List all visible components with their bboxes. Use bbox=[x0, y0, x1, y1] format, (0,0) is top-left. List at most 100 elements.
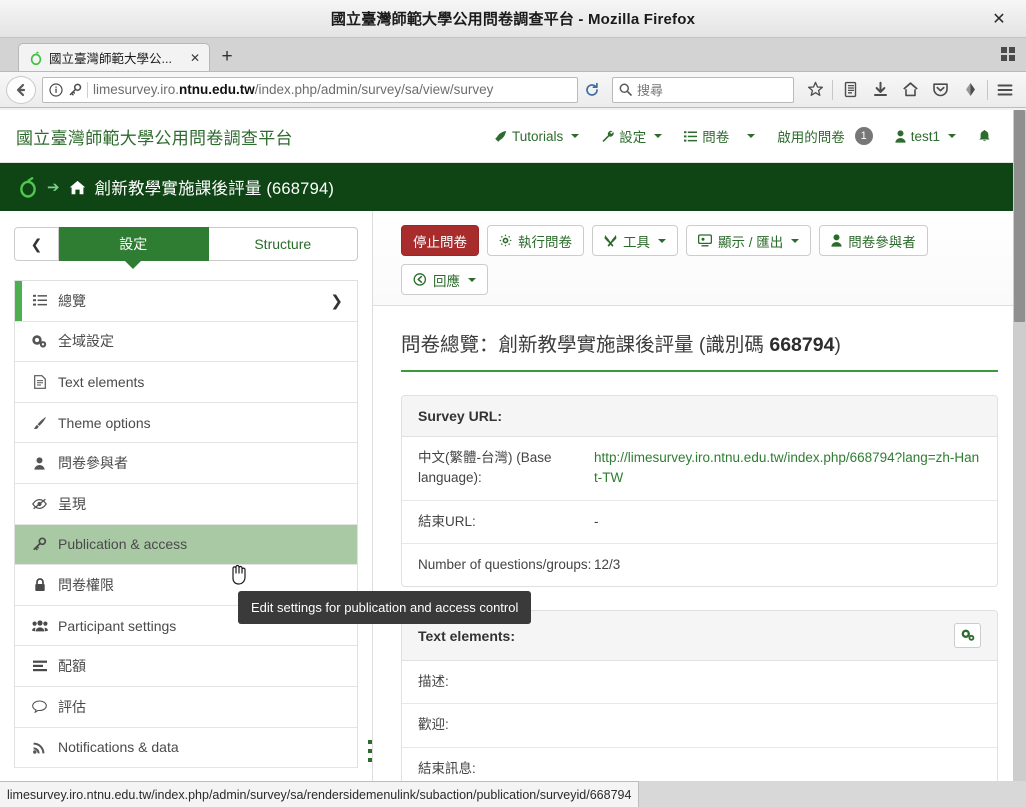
site-identity[interactable] bbox=[47, 82, 82, 97]
new-tab-button[interactable]: + bbox=[212, 43, 242, 71]
toolbar-button-label: 執行問卷 bbox=[518, 234, 572, 250]
user-icon bbox=[895, 129, 906, 143]
sidebar-item-assessments[interactable]: 評估 bbox=[15, 686, 357, 728]
row-key: 結束URL: bbox=[418, 513, 476, 529]
reload-icon[interactable] bbox=[580, 78, 604, 102]
sidebar-item-global-settings[interactable]: 全域設定 bbox=[15, 321, 357, 363]
menu-item-user[interactable]: test1 bbox=[884, 123, 967, 150]
sidebar-resize-grip[interactable] bbox=[366, 740, 373, 762]
key-icon bbox=[31, 537, 48, 551]
tools-icon bbox=[604, 234, 617, 247]
responses-button[interactable]: 回應 bbox=[401, 264, 488, 295]
table-row: 歡迎: bbox=[402, 704, 997, 748]
url-text: limesurvey.iro.ntnu.edu.tw/index.php/adm… bbox=[93, 82, 494, 97]
app-menu: Tutorials 設定 問卷 啟用的問卷 1 test1 bbox=[483, 120, 1010, 152]
browser-navbar: limesurvey.iro.ntnu.edu.tw/index.php/adm… bbox=[0, 72, 1026, 108]
row-value bbox=[594, 715, 981, 735]
toolbar-button-label: 回應 bbox=[433, 273, 460, 289]
comment-icon bbox=[31, 700, 48, 714]
tab-active-pointer bbox=[124, 260, 143, 269]
chevron-down-icon bbox=[571, 134, 580, 138]
sidebar-item-label: Notifications & data bbox=[58, 739, 179, 756]
tab-close-icon[interactable]: ✕ bbox=[187, 51, 203, 65]
page-scrollbar[interactable] bbox=[1013, 110, 1026, 781]
key-icon[interactable] bbox=[68, 83, 82, 97]
menu-item-surveys[interactable]: 問卷 bbox=[673, 120, 766, 152]
display-icon bbox=[698, 234, 712, 247]
star-icon[interactable] bbox=[800, 76, 830, 104]
url-bar[interactable]: limesurvey.iro.ntnu.edu.tw/index.php/adm… bbox=[42, 76, 578, 103]
menu-icon[interactable] bbox=[990, 76, 1020, 104]
survey-url-link[interactable]: http://limesurvey.iro.ntnu.edu.tw/index.… bbox=[594, 450, 979, 485]
sidebar-menu-list: 總覽 ❯ 全域設定 Text elements Theme options 問卷… bbox=[14, 280, 358, 769]
library-icon[interactable] bbox=[835, 76, 865, 104]
menu-item-settings[interactable]: 設定 bbox=[590, 120, 673, 152]
app-brand[interactable]: 國立臺灣師範大學公用問卷調查平台 bbox=[16, 124, 293, 149]
sidebar-item-notifications-data[interactable]: Notifications & data bbox=[15, 727, 357, 769]
gears-icon bbox=[31, 335, 48, 348]
tools-button[interactable]: 工具 bbox=[592, 225, 678, 256]
gears-icon[interactable] bbox=[954, 623, 981, 648]
download-icon[interactable] bbox=[865, 76, 895, 104]
search-bar[interactable]: 搜尋 bbox=[612, 76, 794, 103]
browser-tabstrip: 國立臺灣師範大學公... ✕ + bbox=[0, 38, 1026, 72]
toolbar-divider bbox=[832, 79, 833, 100]
app-navbar: 國立臺灣師範大學公用問卷調查平台 Tutorials 設定 問卷 啟用的問卷 1… bbox=[0, 110, 1026, 163]
sidebar-item-label: 呈現 bbox=[58, 495, 86, 512]
sidebar-item-publication-access[interactable]: Publication & access bbox=[15, 524, 357, 566]
home-icon[interactable] bbox=[69, 180, 86, 195]
chevron-down-icon bbox=[654, 134, 663, 138]
search-input[interactable]: 搜尋 bbox=[637, 80, 663, 99]
table-row: 描述: bbox=[402, 661, 997, 705]
sidebar-tab-settings[interactable]: 設定 bbox=[59, 227, 209, 269]
scrollbar-thumb[interactable] bbox=[1014, 110, 1025, 322]
limesurvey-favicon bbox=[28, 50, 43, 65]
sidebar-collapse-button[interactable]: ❮ bbox=[14, 227, 59, 261]
sidebar-item-text-elements[interactable]: Text elements bbox=[15, 362, 357, 403]
chevron-down-icon bbox=[747, 134, 756, 138]
window-close-icon[interactable]: ✕ bbox=[978, 0, 1020, 38]
chevron-right-icon: ❯ bbox=[330, 292, 343, 310]
menu-item-active-surveys[interactable]: 啟用的問卷 1 bbox=[766, 120, 884, 152]
lock-icon bbox=[31, 578, 48, 592]
page-viewport: 國立臺灣師範大學公用問卷調查平台 Tutorials 設定 問卷 啟用的問卷 1… bbox=[0, 110, 1026, 781]
sync-icon[interactable] bbox=[955, 76, 985, 104]
menu-item-notifications[interactable] bbox=[967, 123, 1002, 149]
execute-survey-button[interactable]: 執行問卷 bbox=[487, 225, 584, 256]
row-value: http://limesurvey.iro.ntnu.edu.tw/index.… bbox=[594, 448, 981, 489]
main-content: 停止問卷 執行問卷 工具 顯示 / 匯出 問卷參與者 回應 問卷總覽：創新教學實… bbox=[373, 211, 1026, 781]
menu-label: 問卷 bbox=[702, 130, 730, 145]
back-button[interactable] bbox=[6, 75, 36, 104]
pocket-icon[interactable] bbox=[925, 76, 955, 104]
active-surveys-badge: 1 bbox=[854, 127, 873, 145]
sidebar-item-overview[interactable]: 總覽 ❯ bbox=[15, 281, 357, 322]
sidebar-tab-label: Structure bbox=[254, 236, 312, 252]
menu-item-tutorials[interactable]: Tutorials bbox=[483, 123, 590, 150]
sidebar-item-theme-options[interactable]: Theme options bbox=[15, 402, 357, 444]
sidebar-item-label: Theme options bbox=[58, 414, 151, 431]
row-value: - bbox=[594, 513, 599, 529]
sidebar-tab-structure[interactable]: Structure bbox=[208, 227, 358, 261]
row-value bbox=[594, 672, 981, 692]
row-key: 結束訊息: bbox=[418, 760, 476, 776]
sidebar-item-survey-participants[interactable]: 問卷參與者 bbox=[15, 443, 357, 484]
browser-tab[interactable]: 國立臺灣師範大學公... ✕ bbox=[18, 43, 210, 71]
brush-icon bbox=[31, 416, 48, 430]
home-icon[interactable] bbox=[895, 76, 925, 104]
survey-participants-button[interactable]: 問卷參與者 bbox=[819, 225, 928, 256]
row-value: 12/3 bbox=[594, 556, 621, 572]
info-icon[interactable] bbox=[49, 82, 63, 97]
row-key: 中文(繁體-台灣) (Base language): bbox=[418, 450, 552, 486]
limesurvey-logo-icon[interactable] bbox=[18, 176, 38, 198]
display-export-button[interactable]: 顯示 / 匯出 bbox=[686, 225, 812, 256]
tab-list-icon[interactable] bbox=[998, 44, 1018, 64]
sidebar-item-quotas[interactable]: 配額 bbox=[15, 646, 357, 687]
table-row: 結束URL: - bbox=[402, 501, 997, 544]
stop-survey-button[interactable]: 停止問卷 bbox=[401, 225, 479, 256]
survey-title: 創新教學實施課後評量 (668794) bbox=[94, 180, 335, 198]
sidebar-item-presentation[interactable]: 呈現 bbox=[15, 483, 357, 525]
row-key: Number of questions/groups: bbox=[418, 556, 592, 572]
settings-sidebar: ❮ 設定 Structure 總覽 ❯ 全域設定 Text elements T… bbox=[0, 211, 373, 781]
toolbar-button-label: 顯示 / 匯出 bbox=[718, 234, 784, 250]
sidebar-tabs: ❮ 設定 Structure bbox=[14, 227, 358, 269]
